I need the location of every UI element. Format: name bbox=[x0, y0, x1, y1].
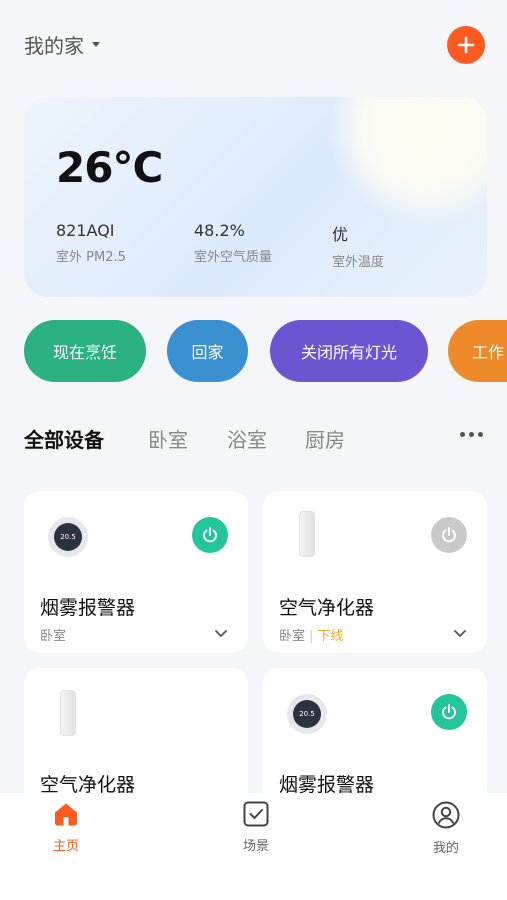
scene-button-work[interactable]: 工作 bbox=[448, 320, 507, 382]
device-name: 烟雾报警器 bbox=[40, 597, 136, 619]
offline-status: 下线 bbox=[317, 629, 344, 644]
smoke-alarm-image: 20.5 bbox=[48, 517, 88, 557]
more-icon[interactable] bbox=[460, 432, 483, 437]
user-icon bbox=[432, 801, 460, 829]
scene-list: 现在烹饪 回家 关闭所有灯光 工作 bbox=[24, 320, 507, 382]
home-icon bbox=[55, 803, 77, 826]
device-card[interactable]: 20.5 烟雾报警器 卧室 bbox=[24, 491, 248, 653]
stat-label: 室外 PM2.5 bbox=[56, 250, 126, 265]
smoke-alarm-image: 20.5 bbox=[287, 694, 327, 734]
power-button[interactable] bbox=[431, 694, 467, 730]
device-room: 卧室 bbox=[40, 625, 66, 644]
home-selector[interactable]: 我的家 bbox=[24, 30, 100, 59]
nav-label: 我的 bbox=[432, 841, 459, 856]
stat-pm25: 821AQI 室外 PM2.5 bbox=[56, 221, 126, 265]
power-button[interactable] bbox=[431, 517, 467, 553]
scene-button-lights-off[interactable]: 关闭所有灯光 bbox=[270, 320, 428, 382]
device-card[interactable]: 20.5 烟雾报警器 bbox=[263, 668, 487, 808]
device-room: 卧室 | 下线 bbox=[279, 625, 343, 644]
stat-value: 48.2% bbox=[194, 221, 245, 240]
nav-scenes[interactable]: 场景 bbox=[216, 801, 296, 854]
air-purifier-image bbox=[60, 690, 76, 736]
nav-label: 主页 bbox=[52, 839, 79, 854]
add-button[interactable] bbox=[447, 26, 485, 64]
stat-air-quality: 48.2% 室外空气质量 bbox=[194, 221, 272, 265]
stat-value: 821AQI bbox=[56, 221, 115, 240]
sun-glow bbox=[327, 97, 487, 227]
scene-button-home[interactable]: 回家 bbox=[167, 320, 248, 382]
tab-all-devices[interactable]: 全部设备 bbox=[24, 424, 104, 453]
room-name: 卧室 bbox=[40, 629, 67, 644]
room-tabs: 全部设备 卧室 浴室 厨房 bbox=[24, 420, 487, 456]
stat-temperature: 优 室外温度 bbox=[332, 221, 384, 270]
device-name: 空气净化器 bbox=[279, 597, 375, 619]
air-purifier-image bbox=[299, 511, 315, 557]
caret-down-icon bbox=[92, 42, 100, 47]
stat-value: 优 bbox=[332, 225, 349, 244]
stat-label: 室外空气质量 bbox=[194, 250, 273, 265]
nav-home[interactable]: 主页 bbox=[26, 801, 106, 854]
power-icon bbox=[442, 527, 456, 543]
stat-label: 室外温度 bbox=[332, 255, 385, 270]
power-icon bbox=[203, 527, 217, 543]
power-icon bbox=[442, 704, 456, 720]
tab-kitchen[interactable]: 厨房 bbox=[305, 424, 345, 453]
room-name: 卧室 bbox=[279, 629, 306, 644]
nav-profile[interactable]: 我的 bbox=[406, 801, 486, 856]
bottom-nav: 主页 场景 我的 bbox=[0, 793, 507, 900]
plus-icon bbox=[457, 36, 475, 54]
temperature: 26°C bbox=[56, 143, 163, 192]
tab-bedroom[interactable]: 卧室 bbox=[148, 424, 188, 453]
chevron-down-icon[interactable] bbox=[453, 629, 467, 639]
weather-card: 26°C 821AQI 室外 PM2.5 48.2% 室外空气质量 优 室外温度 bbox=[24, 97, 487, 297]
device-card[interactable]: 空气净化器 卧室 | 下线 bbox=[263, 491, 487, 653]
power-button[interactable] bbox=[192, 517, 228, 553]
home-label: 我的家 bbox=[24, 34, 84, 58]
checkbox-icon bbox=[243, 801, 269, 827]
alarm-display: 20.5 bbox=[293, 700, 321, 728]
header: 我的家 bbox=[0, 0, 507, 90]
separator: | bbox=[309, 629, 314, 644]
device-card[interactable]: 空气净化器 bbox=[24, 668, 248, 808]
scene-button-cooking[interactable]: 现在烹饪 bbox=[24, 320, 146, 382]
chevron-down-icon[interactable] bbox=[214, 629, 228, 639]
alarm-display: 20.5 bbox=[54, 523, 82, 551]
nav-label: 场景 bbox=[242, 839, 269, 854]
tab-bathroom[interactable]: 浴室 bbox=[227, 424, 267, 453]
